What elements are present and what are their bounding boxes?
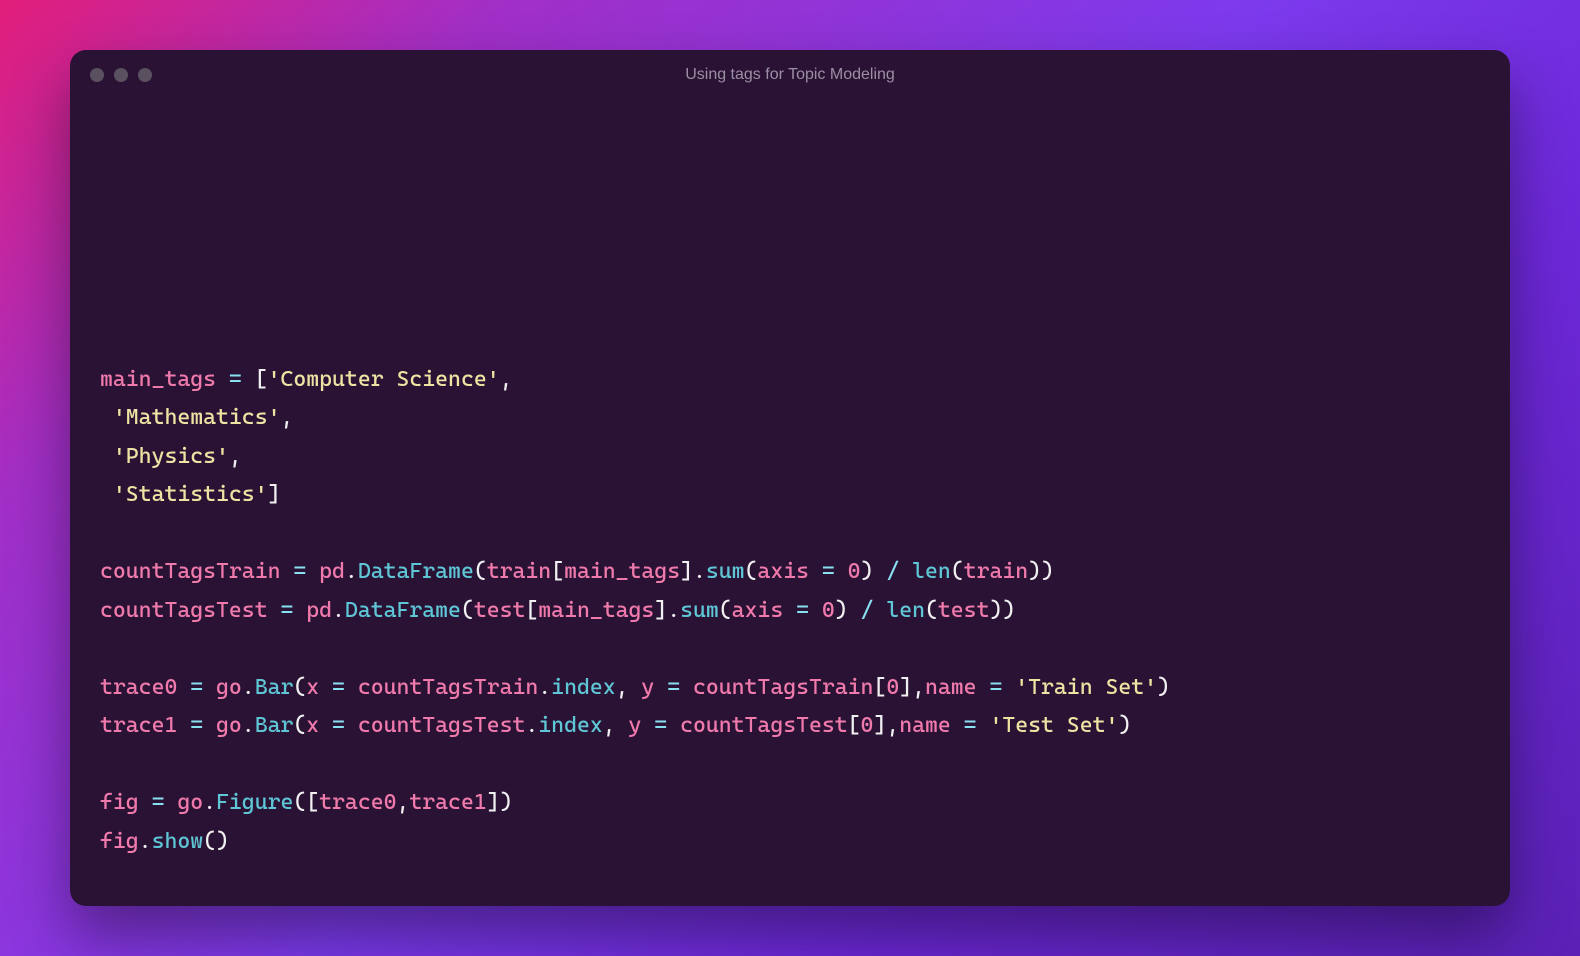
minimize-button[interactable]: [114, 68, 128, 82]
code-editor[interactable]: main_tags = ['Computer Science', 'Mathem…: [70, 100, 1510, 872]
code-content: main_tags = ['Computer Science', 'Mathem…: [100, 130, 1480, 862]
code-window: Using tags for Topic Modeling main_tags …: [70, 50, 1510, 907]
window-titlebar: Using tags for Topic Modeling: [70, 50, 1510, 100]
window-title: Using tags for Topic Modeling: [685, 66, 895, 84]
close-button[interactable]: [90, 68, 104, 82]
traffic-lights: [90, 68, 152, 82]
maximize-button[interactable]: [138, 68, 152, 82]
